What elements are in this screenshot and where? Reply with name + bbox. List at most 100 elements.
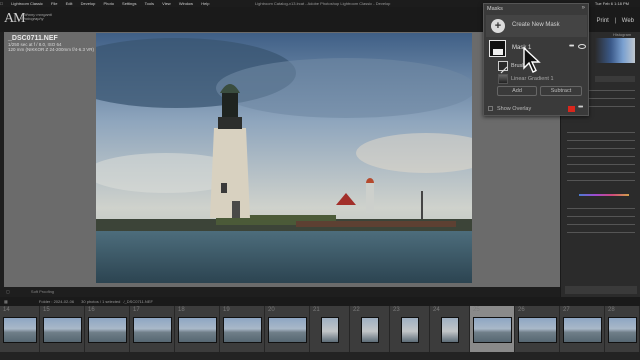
slider-track[interactable]: [567, 164, 635, 165]
visibility-eye-icon[interactable]: [578, 44, 586, 49]
filmstrip-cell[interactable]: 26: [515, 306, 560, 352]
cell-number: 24: [433, 307, 440, 313]
more-options-icon[interactable]: •••: [569, 43, 574, 50]
module-picker: Print | Web: [593, 18, 634, 24]
menu-help[interactable]: Help: [201, 0, 209, 7]
thumbnail: [88, 317, 127, 343]
module-web[interactable]: Web: [622, 18, 634, 24]
thumbnail: [563, 317, 602, 343]
cell-number: 22: [353, 307, 360, 313]
overlay-options-icon[interactable]: •••: [578, 104, 583, 111]
module-separator: |: [614, 18, 617, 24]
menu-photo[interactable]: Photo: [103, 0, 113, 7]
filmstrip-cell[interactable]: 19: [220, 306, 265, 352]
filmstrip-cell[interactable]: 23: [390, 306, 430, 352]
filmstrip-cell[interactable]: 21: [310, 306, 350, 352]
overlay-color-swatch[interactable]: [568, 106, 575, 112]
filmstrip-cell[interactable]: 28: [605, 306, 640, 352]
slider-track[interactable]: [567, 216, 635, 217]
thumbnail: [518, 317, 557, 343]
menu-view[interactable]: View: [162, 0, 171, 7]
filmstrip-cell[interactable]: 27: [560, 306, 605, 352]
filmstrip-cell-selected[interactable]: 25: [470, 306, 515, 352]
apple-icon[interactable]: : [0, 0, 3, 7]
toolbar: ▢ Soft Proofing: [0, 287, 560, 297]
slider-track[interactable]: [567, 232, 635, 233]
slider-track[interactable]: [567, 132, 635, 133]
thumbnail: [321, 317, 339, 343]
histogram-label: Histogram: [613, 32, 632, 37]
filmstrip-cell[interactable]: 16: [85, 306, 130, 352]
menu-edit[interactable]: Edit: [66, 0, 73, 7]
mask-thumbnail: [489, 40, 506, 57]
lighthouse-photo: [96, 33, 472, 283]
mouse-pointer-icon: [523, 47, 541, 73]
slider-track[interactable]: [567, 208, 635, 209]
thumbnail: [473, 317, 512, 343]
menu-window[interactable]: Window: [179, 0, 193, 7]
filmstrip-cell[interactable]: 24: [430, 306, 470, 352]
thumbnail: [133, 317, 172, 343]
filmstrip-cell[interactable]: 20: [265, 306, 310, 352]
slider-track[interactable]: [567, 224, 635, 225]
cell-number: 26: [518, 307, 525, 313]
create-new-mask-button[interactable]: + Create New Mask: [486, 15, 587, 37]
menu-file[interactable]: File: [51, 0, 57, 7]
slider-track[interactable]: [567, 148, 635, 149]
filmstrip-folder[interactable]: Folder : 2024-02-06: [39, 299, 74, 304]
cell-number: 27: [563, 307, 570, 313]
subtract-button[interactable]: Subtract: [540, 86, 582, 96]
slider-track[interactable]: [567, 140, 635, 141]
thumbnail: [441, 317, 459, 343]
linear-gradient-label: Linear Gradient 1: [511, 76, 554, 82]
thumbnail: [223, 317, 262, 343]
linear-gradient-icon: [498, 74, 508, 84]
show-overlay-checkbox[interactable]: [488, 106, 493, 111]
panel-bottom-controls[interactable]: [565, 286, 637, 294]
thumbnail: [178, 317, 217, 343]
thumbnail: [401, 317, 419, 343]
slider-track[interactable]: [567, 156, 635, 157]
tool-strip[interactable]: [595, 76, 635, 82]
plus-icon: +: [491, 19, 505, 33]
add-button[interactable]: Add: [497, 86, 537, 96]
brush-icon: [498, 61, 508, 74]
filmstrip-cell[interactable]: 18: [175, 306, 220, 352]
logo-line-2: Photography: [21, 16, 44, 21]
cell-number: 23: [393, 307, 400, 313]
cell-number: 20: [268, 307, 275, 313]
cell-number: 17: [133, 307, 140, 313]
cell-number: 28: [608, 307, 615, 313]
filmstrip-cell[interactable]: 15: [40, 306, 85, 352]
grid-icon[interactable]: ▦: [4, 299, 8, 304]
filmstrip-scrollbar[interactable]: [0, 352, 640, 360]
show-overlay-label: Show Overlay: [497, 106, 532, 112]
filmstrip-current-file: /_DSC0711.NEF: [123, 299, 153, 304]
filmstrip-cell[interactable]: 22: [350, 306, 390, 352]
cell-number: 15: [43, 307, 50, 313]
color-slider[interactable]: [579, 194, 629, 196]
thumbnail: [268, 317, 307, 343]
view-mode-icon[interactable]: ▢: [6, 289, 10, 294]
subtract-label: Subtract: [550, 88, 572, 94]
window-title: Lightroom Catalog-v13.lrcat - Adobe Phot…: [255, 1, 391, 6]
filmstrip-cell[interactable]: 14: [0, 306, 40, 352]
main-photo[interactable]: [96, 33, 472, 283]
soft-proofing-label[interactable]: Soft Proofing: [31, 289, 54, 294]
slider-track[interactable]: [567, 180, 635, 181]
menu-tools[interactable]: Tools: [145, 0, 154, 7]
logo-text: anthony morganti Photography: [21, 13, 52, 21]
module-print[interactable]: Print: [597, 18, 609, 24]
filmstrip-cell[interactable]: 17: [130, 306, 175, 352]
histogram: [595, 38, 635, 63]
menu-settings[interactable]: Settings: [122, 0, 136, 7]
thumbnail: [361, 317, 379, 343]
cell-number: 19: [223, 307, 230, 313]
menu-app[interactable]: Lightroom Classic: [11, 0, 43, 7]
masks-panel-title: Masks: [487, 6, 503, 12]
linear-gradient-row[interactable]: Linear Gradient 1: [494, 73, 584, 84]
collapse-icon[interactable]: »: [582, 5, 585, 11]
create-new-mask-label: Create New Mask: [512, 22, 560, 28]
menu-develop[interactable]: Develop: [81, 0, 96, 7]
slider-track[interactable]: [567, 172, 635, 173]
